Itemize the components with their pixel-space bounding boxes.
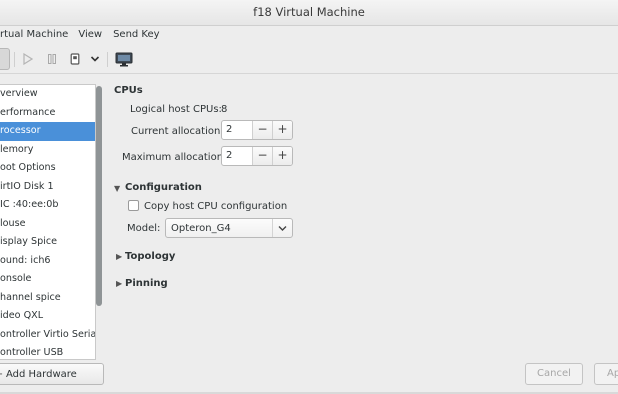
toolbar-separator	[107, 52, 108, 67]
configuration-section-title[interactable]: Configuration	[125, 182, 202, 193]
add-hardware-button[interactable]: + Add Hardware	[0, 363, 104, 385]
topology-section-title[interactable]: Topology	[125, 251, 175, 262]
hardware-list[interactable]: verview erformance rocessor lemory oot O…	[0, 84, 96, 360]
hardware-item-performance[interactable]: erformance	[0, 104, 95, 123]
menu-virtual-machine[interactable]: rtual Machine	[0, 26, 68, 44]
pinning-expander-icon[interactable]: ▶	[116, 279, 122, 288]
menubar: rtual Machine View Send Key	[0, 26, 618, 44]
copy-host-cpu-label[interactable]: Copy host CPU configuration	[144, 201, 287, 212]
hardware-item-sound[interactable]: ound: ich6	[0, 252, 95, 271]
current-allocation-spinner[interactable]: 2 − +	[221, 120, 293, 140]
hardware-item-nic[interactable]: IC :40:ee:0b	[0, 196, 95, 215]
hardware-item-overview[interactable]: verview	[0, 85, 95, 104]
cancel-button[interactable]: Cancel	[525, 363, 583, 385]
hardware-item-video[interactable]: ideo QXL	[0, 307, 95, 326]
toolbar	[0, 44, 618, 74]
dropdown-arrow-icon	[90, 56, 100, 62]
current-allocation-decrement[interactable]: −	[252, 121, 272, 139]
apply-button[interactable]: Ap	[594, 363, 618, 385]
maximum-allocation-increment[interactable]: +	[272, 147, 292, 165]
model-combo[interactable]: Opteron_G4	[165, 218, 293, 238]
hardware-item-boot-options[interactable]: oot Options	[0, 159, 95, 178]
maximum-allocation-label: Maximum allocation:	[122, 152, 227, 163]
hardware-item-processor[interactable]: rocessor	[0, 122, 95, 141]
model-label: Model:	[127, 223, 161, 234]
hardware-item-memory[interactable]: lemory	[0, 141, 95, 160]
hardware-item-console[interactable]: onsole	[0, 270, 95, 289]
current-allocation-label: Current allocation:	[131, 126, 224, 137]
run-button[interactable]	[20, 50, 36, 68]
hardware-item-controller-virtio[interactable]: ontroller Virtio Serial	[0, 326, 95, 345]
hardware-list-scrollbar[interactable]	[96, 86, 102, 306]
hardware-item-channel[interactable]: hannel spice	[0, 289, 95, 308]
run-icon	[23, 53, 33, 65]
menu-send-key[interactable]: Send Key	[113, 26, 160, 44]
maximum-allocation-decrement[interactable]: −	[252, 147, 272, 165]
shutdown-icon	[70, 53, 80, 65]
model-combo-value: Opteron_G4	[171, 222, 231, 234]
menu-view[interactable]: View	[78, 26, 102, 44]
logical-host-cpus-value: 8	[221, 104, 228, 115]
current-allocation-increment[interactable]: +	[272, 121, 292, 139]
maximum-allocation-spinner[interactable]: 2 − +	[221, 146, 293, 166]
pinning-section-title[interactable]: Pinning	[125, 278, 168, 289]
screenshot-button[interactable]	[114, 50, 134, 68]
logical-host-cpus-label: Logical host CPUs:	[130, 104, 222, 115]
window-title: f18 Virtual Machine	[253, 5, 365, 19]
hardware-item-display[interactable]: isplay Spice	[0, 233, 95, 252]
chevron-down-icon	[272, 219, 292, 237]
pause-icon	[48, 54, 56, 64]
shutdown-menu-button[interactable]	[88, 50, 102, 68]
shutdown-button[interactable]	[68, 50, 82, 68]
hardware-item-controller-usb[interactable]: ontroller USB	[0, 344, 95, 359]
topology-expander-icon[interactable]: ▶	[116, 252, 122, 261]
maximum-allocation-value[interactable]: 2	[222, 147, 252, 165]
console-view-button[interactable]	[0, 48, 10, 70]
pause-button[interactable]	[44, 50, 60, 68]
configuration-expander-icon[interactable]: ▼	[114, 184, 120, 193]
copy-host-cpu-checkbox[interactable]	[128, 200, 139, 211]
screenshot-icon	[115, 52, 133, 66]
hardware-item-mouse[interactable]: louse	[0, 215, 95, 234]
cpus-section-title: CPUs	[114, 85, 143, 96]
toolbar-separator	[14, 52, 15, 67]
window-titlebar: f18 Virtual Machine	[0, 0, 618, 26]
hardware-item-virtio-disk[interactable]: irtIO Disk 1	[0, 178, 95, 197]
current-allocation-value[interactable]: 2	[222, 121, 252, 139]
